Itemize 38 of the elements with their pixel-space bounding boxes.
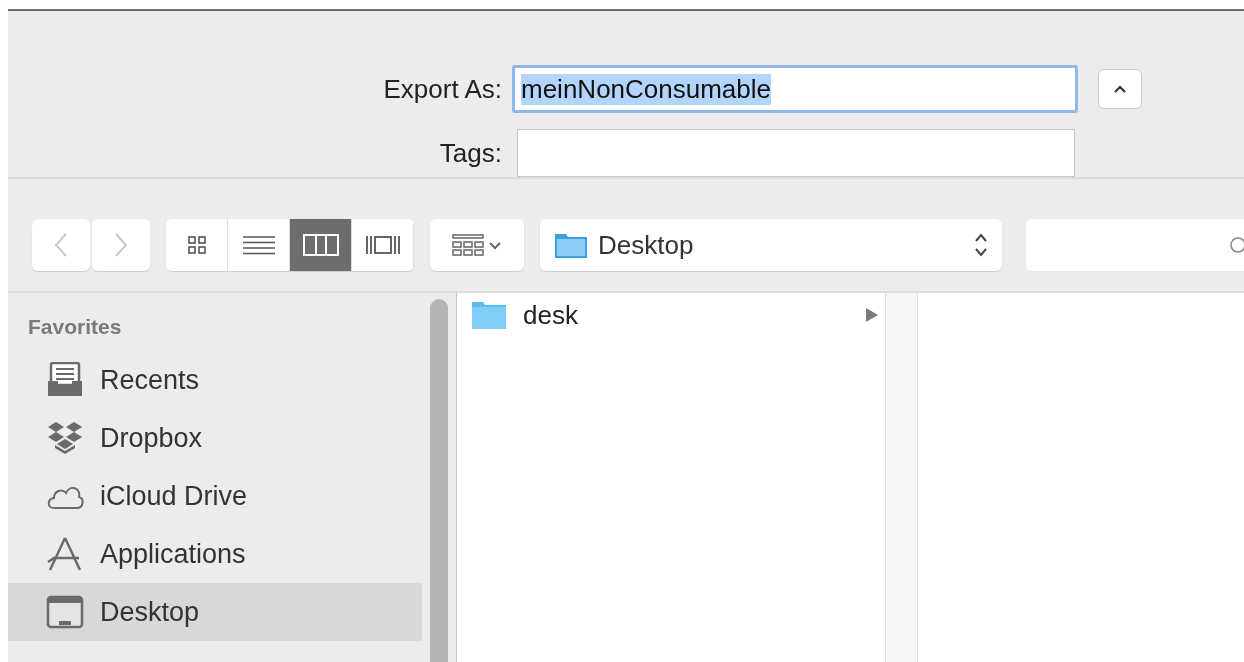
arrange-button[interactable] xyxy=(430,219,524,271)
tray-icon xyxy=(46,362,84,398)
compass-ruler-icon xyxy=(46,536,84,572)
back-icon xyxy=(54,232,68,258)
export-as-field[interactable]: meinNonConsumable xyxy=(512,65,1078,113)
forward-icon xyxy=(114,232,128,258)
search-field[interactable] xyxy=(1026,219,1244,271)
forward-button[interactable] xyxy=(92,219,150,271)
sidebar-item[interactable]: Desktop xyxy=(8,583,422,641)
sidebar-item[interactable]: Applications xyxy=(8,525,422,583)
chevron-icon xyxy=(1113,84,1127,94)
view-mode-button[interactable] xyxy=(166,219,228,271)
desktop-icon xyxy=(46,594,84,630)
export-as-label: Export As: xyxy=(382,73,503,105)
expand-button[interactable] xyxy=(1098,69,1142,109)
view-mode-button[interactable] xyxy=(290,219,352,271)
location-popup[interactable]: Desktop xyxy=(540,219,1002,271)
folder-row[interactable]: desk xyxy=(457,293,885,335)
cover-flow-icon xyxy=(364,234,401,256)
folder-icon xyxy=(471,300,507,330)
scrollbar-thumb[interactable] xyxy=(430,299,448,662)
folder-icon xyxy=(554,231,588,259)
tags-label: Tags: xyxy=(438,137,503,169)
list-icon xyxy=(242,235,275,255)
open-box-icon xyxy=(46,420,84,456)
view-mode-button[interactable] xyxy=(228,219,290,271)
sidebar-item[interactable]: Dropbox xyxy=(8,409,422,467)
search-icon xyxy=(1228,235,1244,255)
sidebar-item[interactable]: iCloud Drive xyxy=(8,467,422,525)
arrange-icon xyxy=(452,234,502,256)
back-button[interactable] xyxy=(32,219,90,271)
columns-icon xyxy=(302,234,339,256)
sidebar-item[interactable]: Recents xyxy=(8,351,422,409)
view-mode-button[interactable] xyxy=(352,219,414,271)
sidebar-heading: Favorites xyxy=(27,315,123,340)
up-down-caret-icon xyxy=(974,232,988,258)
tags-field[interactable] xyxy=(517,129,1075,177)
grid-icon xyxy=(186,235,207,255)
